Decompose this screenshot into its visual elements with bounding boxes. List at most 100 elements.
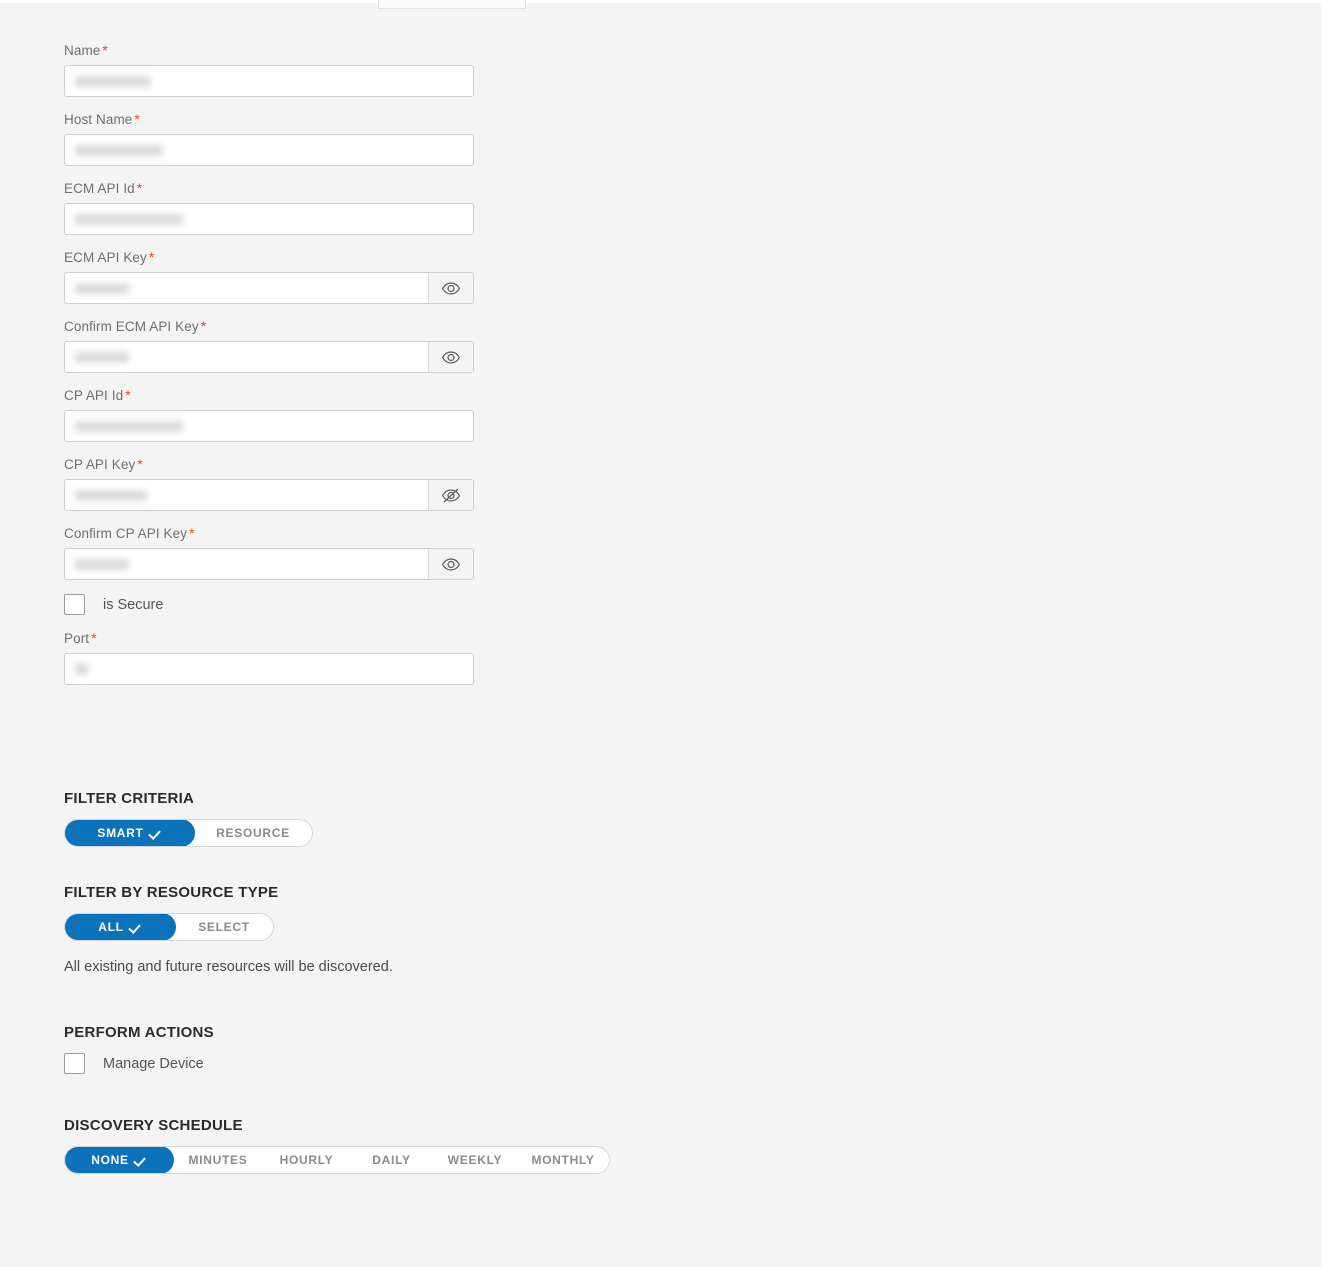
page-canvas: Name * Host Name * ECM API Id * ECM API Key * Co…: [0, 0, 1327, 1267]
eye-icon[interactable]: [428, 342, 473, 372]
schedule-option-hourly[interactable]: HOURLY: [262, 1147, 351, 1173]
filter-criteria-option-resource[interactable]: RESOURCE: [193, 820, 312, 846]
redacted-value: [75, 663, 88, 675]
field-label: CP API Id *: [64, 386, 474, 405]
field-port: Port *: [64, 629, 474, 685]
field-confirm-cp-api-key: Confirm CP API Key *: [64, 524, 474, 580]
required-asterisk: *: [102, 42, 108, 58]
text-input[interactable]: [64, 134, 474, 166]
form-field-list: Name * Host Name * ECM API Id * ECM API Key * Co…: [64, 41, 474, 580]
field-label: Name *: [64, 41, 474, 60]
text-input-value[interactable]: [65, 204, 473, 234]
required-asterisk: *: [134, 111, 140, 127]
resource-type-toggle[interactable]: ALL SELECT: [64, 913, 274, 941]
text-input-value[interactable]: [65, 273, 428, 303]
filter-criteria-toggle[interactable]: SMART RESOURCE: [64, 819, 313, 847]
schedule-option-monthly[interactable]: MONTHLY: [516, 1147, 609, 1173]
schedule-option-daily[interactable]: DAILY: [349, 1147, 434, 1173]
discovery-schedule-section: DISCOVERY SCHEDULE NONE MINUTES HOURLY DAIL…: [64, 1117, 610, 1174]
filter-criteria-option-smart[interactable]: SMART: [65, 820, 195, 846]
filter-by-resource-type-section: FILTER BY RESOURCE TYPE ALL SELECT All ex…: [64, 884, 393, 975]
text-input[interactable]: [64, 65, 474, 97]
text-input-value[interactable]: [65, 411, 473, 441]
redacted-value: [75, 144, 163, 156]
field-label-port: Port *: [64, 629, 474, 648]
pill-label: ALL: [98, 920, 124, 934]
filter-criteria-section: FILTER CRITERIA SMART RESOURCE: [64, 790, 313, 847]
text-input-value[interactable]: [65, 342, 428, 372]
pill-label: MINUTES: [188, 1153, 248, 1167]
text-input[interactable]: [64, 272, 474, 304]
required-asterisk: *: [91, 630, 97, 646]
eye-slash-icon[interactable]: [428, 480, 473, 510]
check-icon: [151, 829, 162, 837]
manage-device-checkbox[interactable]: [64, 1053, 85, 1074]
eye-icon[interactable]: [428, 549, 473, 579]
field-label-text: ECM API Id: [64, 181, 135, 196]
field-label-text: ECM API Key: [64, 250, 147, 265]
field-label-text: Host Name: [64, 112, 133, 127]
redacted-value: [75, 282, 129, 294]
text-input[interactable]: [64, 410, 474, 442]
redacted-value: [75, 489, 147, 501]
field-label-text: CP API Key: [64, 457, 136, 472]
pill-label: SMART: [97, 826, 144, 840]
check-icon: [131, 923, 142, 931]
port-input-text[interactable]: [65, 654, 473, 684]
eye-icon[interactable]: [428, 273, 473, 303]
discovery-form: Name * Host Name * ECM API Id * ECM API Key * Co…: [64, 41, 474, 698]
field-name: Name *: [64, 41, 474, 97]
required-asterisk: *: [125, 387, 131, 403]
is-secure-checkbox[interactable]: [64, 594, 85, 615]
field-cp-api-key: CP API Key *: [64, 455, 474, 511]
pill-label: HOURLY: [279, 1153, 334, 1167]
redacted-value: [75, 213, 183, 225]
resource-type-help-text: All existing and future resources will b…: [64, 959, 393, 975]
field-label-text: Name: [64, 43, 101, 58]
filter-by-resource-type-title: FILTER BY RESOURCE TYPE: [64, 884, 279, 901]
redacted-value: [75, 75, 151, 87]
pill-label: RESOURCE: [216, 826, 290, 840]
is-secure-label: is Secure: [103, 596, 164, 613]
pill-label: SELECT: [198, 920, 250, 934]
text-input-value[interactable]: [65, 66, 473, 96]
schedule-option-minutes[interactable]: MINUTES: [172, 1147, 264, 1173]
schedule-option-none[interactable]: NONE: [65, 1147, 174, 1173]
text-input-value[interactable]: [65, 480, 428, 510]
schedule-option-weekly[interactable]: WEEKLY: [432, 1147, 518, 1173]
text-input[interactable]: [64, 203, 474, 235]
discovery-schedule-title: DISCOVERY SCHEDULE: [64, 1117, 243, 1134]
resource-type-option-select[interactable]: SELECT: [174, 914, 273, 940]
text-input[interactable]: [64, 479, 474, 511]
field-ecm-api-id: ECM API Id *: [64, 179, 474, 235]
field-label-text: CP API Id: [64, 388, 124, 403]
manage-device-label: Manage Device: [103, 1055, 204, 1072]
discovery-schedule-toggle[interactable]: NONE MINUTES HOURLY DAILY WEEKLY MONTHLY: [64, 1146, 610, 1174]
field-cp-api-id: CP API Id *: [64, 386, 474, 442]
field-label-text: Confirm CP API Key: [64, 526, 188, 541]
text-input[interactable]: [64, 548, 474, 580]
text-input[interactable]: [64, 341, 474, 373]
field-label: ECM API Key *: [64, 248, 474, 267]
perform-actions-section: PERFORM ACTIONS Manage Device: [64, 1024, 214, 1074]
cutoff-panel-stub: [378, 0, 526, 9]
required-asterisk: *: [136, 180, 143, 196]
text-input-value[interactable]: [65, 135, 473, 165]
field-label: Host Name *: [64, 110, 474, 129]
redacted-value: [75, 558, 129, 570]
field-label: CP API Key *: [64, 455, 474, 474]
field-confirm-ecm-api-key: Confirm ECM API Key *: [64, 317, 474, 373]
redacted-value: [75, 420, 183, 432]
resource-type-option-all[interactable]: ALL: [65, 914, 176, 940]
field-label: Confirm ECM API Key *: [64, 317, 474, 336]
pill-label: NONE: [91, 1153, 129, 1167]
required-asterisk: *: [148, 249, 155, 265]
text-input-value[interactable]: [65, 549, 428, 579]
is-secure-row[interactable]: is Secure: [64, 594, 474, 615]
field-label: Confirm CP API Key *: [64, 524, 474, 543]
pill-label: MONTHLY: [531, 1153, 595, 1167]
port-input[interactable]: [64, 653, 474, 685]
manage-device-row[interactable]: Manage Device: [64, 1053, 214, 1074]
redacted-value: [75, 351, 129, 363]
pill-label: WEEKLY: [447, 1153, 503, 1167]
